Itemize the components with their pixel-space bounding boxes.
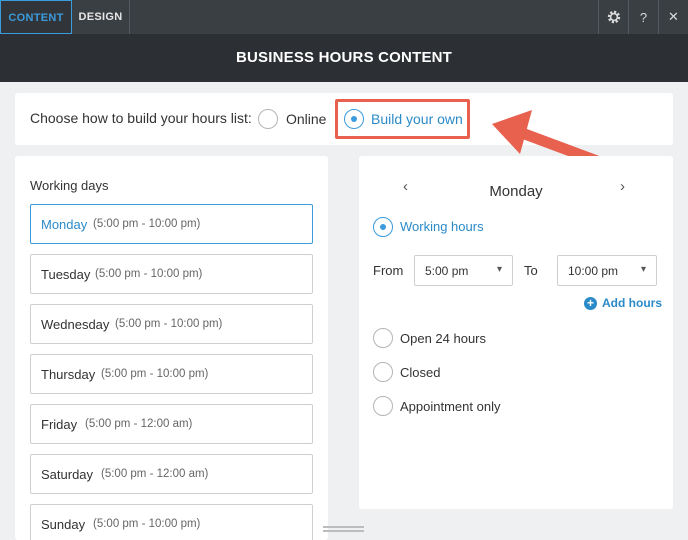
day-name: Tuesday bbox=[41, 267, 91, 282]
settings-gear-icon[interactable] bbox=[598, 0, 628, 34]
day-item-wednesday[interactable]: Wednesday (5:00 pm - 10:00 pm) bbox=[30, 304, 313, 344]
to-time-value: 10:00 pm bbox=[568, 264, 619, 278]
day-name: Sunday bbox=[41, 517, 86, 532]
day-name: Saturday bbox=[41, 467, 94, 482]
day-hours: (5:00 pm - 10:00 pm) bbox=[93, 518, 201, 530]
radio-working-hours[interactable] bbox=[373, 217, 393, 237]
day-hours: (5:00 pm - 10:00 pm) bbox=[95, 268, 203, 280]
day-item-tuesday[interactable]: Tuesday (5:00 pm - 10:00 pm) bbox=[30, 254, 313, 294]
from-time-value: 5:00 pm bbox=[425, 264, 469, 278]
day-hours: (5:00 pm - 12:00 am) bbox=[101, 468, 209, 480]
tab-content[interactable]: CONTENT bbox=[0, 0, 72, 34]
day-hours: (5:00 pm - 10:00 pm) bbox=[115, 318, 223, 330]
next-day-chevron-right-icon[interactable]: › bbox=[620, 178, 625, 195]
day-hours: (5:00 pm - 10:00 pm) bbox=[101, 368, 209, 380]
add-hours-button[interactable]: + Add hours bbox=[584, 296, 662, 310]
top-toolbar: CONTENT DESIGN ? ✕ bbox=[0, 0, 688, 34]
radio-closed[interactable] bbox=[373, 362, 393, 382]
day-item-friday[interactable]: Friday (5:00 pm - 12:00 am) bbox=[30, 404, 313, 444]
working-days-title: Working days bbox=[30, 178, 109, 193]
chevron-down-icon: ▾ bbox=[496, 264, 502, 275]
day-name: Friday bbox=[41, 417, 78, 432]
to-time-select[interactable]: 10:00 pm ▾ bbox=[557, 255, 657, 286]
help-icon[interactable]: ? bbox=[628, 0, 658, 34]
to-label: To bbox=[524, 263, 538, 278]
chevron-down-icon: ▾ bbox=[640, 264, 646, 275]
day-name: Thursday bbox=[41, 367, 96, 382]
radio-appointment-only-label[interactable]: Appointment only bbox=[400, 399, 500, 414]
radio-open-24-hours[interactable] bbox=[373, 328, 393, 348]
selected-day-title: Monday bbox=[489, 183, 543, 200]
page-title: BUSINESS HOURS CONTENT bbox=[0, 34, 688, 82]
build-method-label: Choose how to build your hours list: bbox=[30, 110, 252, 126]
radio-working-hours-label[interactable]: Working hours bbox=[400, 219, 484, 234]
add-hours-label: Add hours bbox=[602, 296, 662, 310]
radio-appointment-only[interactable] bbox=[373, 396, 393, 416]
tab-design[interactable]: DESIGN bbox=[72, 0, 130, 34]
day-item-monday[interactable]: Monday (5:00 pm - 10:00 pm) bbox=[30, 204, 313, 244]
plus-icon: + bbox=[584, 296, 597, 310]
day-detail-card: ‹ Monday › Working hours From 5:00 pm ▾ … bbox=[359, 156, 673, 509]
day-name: Monday bbox=[41, 217, 88, 232]
day-item-saturday[interactable]: Saturday (5:00 pm - 12:00 am) bbox=[30, 454, 313, 494]
radio-closed-label[interactable]: Closed bbox=[400, 365, 440, 380]
close-icon[interactable]: ✕ bbox=[658, 0, 688, 34]
radio-open-24-hours-label[interactable]: Open 24 hours bbox=[400, 331, 486, 346]
day-name: Wednesday bbox=[41, 317, 110, 332]
day-item-thursday[interactable]: Thursday (5:00 pm - 10:00 pm) bbox=[30, 354, 313, 394]
day-hours: (5:00 pm - 12:00 am) bbox=[85, 418, 193, 430]
day-hours: (5:00 pm - 10:00 pm) bbox=[93, 218, 201, 230]
radio-online[interactable] bbox=[258, 109, 278, 129]
resize-drag-handle[interactable] bbox=[323, 526, 364, 532]
day-item-sunday[interactable]: Sunday (5:00 pm - 10:00 pm) bbox=[30, 504, 313, 540]
from-time-select[interactable]: 5:00 pm ▾ bbox=[414, 255, 513, 286]
highlight-box bbox=[335, 99, 470, 139]
radio-online-label[interactable]: Online bbox=[286, 111, 326, 127]
working-days-card: Working days Monday (5:00 pm - 10:00 pm)… bbox=[15, 156, 328, 540]
from-label: From bbox=[373, 263, 404, 278]
